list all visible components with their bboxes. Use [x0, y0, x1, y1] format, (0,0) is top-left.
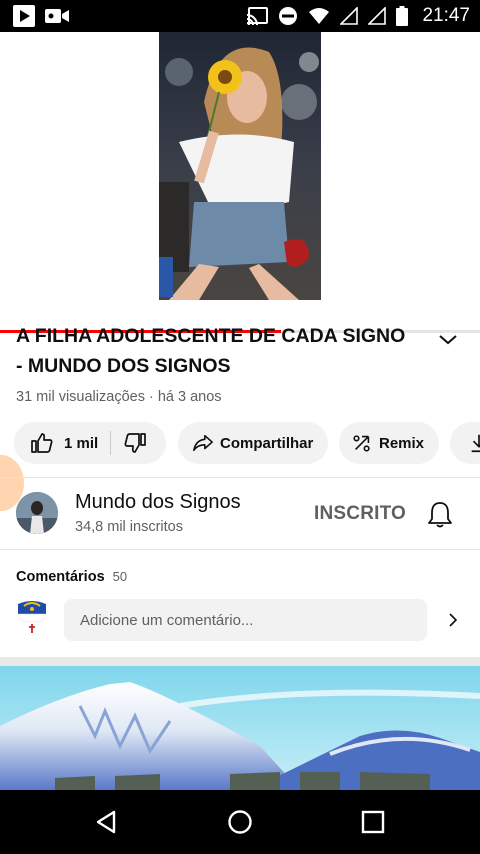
- share-label: Compartilhar: [220, 434, 314, 452]
- home-icon[interactable]: [227, 809, 253, 835]
- video-title[interactable]: A FILHA ADOLESCENTE DE CADA SIGNO - MUND…: [16, 321, 426, 381]
- comments-count: 50: [112, 569, 128, 584]
- channel-name[interactable]: Mundo dos Signos: [75, 491, 241, 514]
- remix-button[interactable]: Remix: [339, 422, 439, 464]
- comments-title: Comentários: [16, 569, 105, 585]
- youtube-play-icon: [13, 5, 35, 27]
- system-nav-bar: [0, 790, 480, 854]
- like-count: 1 mil: [64, 434, 99, 452]
- signal-icon: [368, 7, 387, 25]
- remix-icon: [353, 435, 370, 452]
- user-avatar-flag-icon: [17, 601, 47, 633]
- chevron-right-icon[interactable]: [446, 611, 460, 629]
- download-button[interactable]: [450, 422, 480, 464]
- video-camera-icon: [45, 9, 69, 23]
- divider: [0, 549, 480, 550]
- recents-icon[interactable]: [361, 810, 385, 834]
- like-separator: [110, 431, 112, 455]
- video-frame: [159, 32, 321, 300]
- cast-icon: [247, 7, 269, 26]
- do-not-disturb-icon: [279, 7, 298, 25]
- share-button[interactable]: Compartilhar: [178, 422, 328, 464]
- remix-label: Remix: [379, 434, 425, 452]
- action-bar: 1 mil Compartilhar Remix: [0, 422, 480, 466]
- divider: [0, 477, 480, 478]
- channel-avatar[interactable]: [16, 492, 58, 534]
- thumbs-down-icon[interactable]: [123, 431, 147, 455]
- status-bar: 21:47: [0, 0, 480, 32]
- chevron-down-icon[interactable]: [436, 327, 460, 351]
- clock: 21:47: [422, 5, 470, 26]
- bell-icon[interactable]: [427, 500, 453, 528]
- wifi-icon: [309, 8, 330, 24]
- section-separator: [0, 657, 480, 666]
- next-video-thumbnail[interactable]: [0, 666, 480, 790]
- download-icon: [471, 434, 480, 453]
- add-comment-input[interactable]: Adicione um comentário...: [64, 599, 427, 641]
- video-title-line-2: - MUNDO DOS SIGNOS: [16, 355, 231, 377]
- comments-header[interactable]: Comentários 50: [16, 569, 127, 585]
- signal-icon: [340, 7, 359, 25]
- like-button[interactable]: 1 mil: [14, 431, 98, 455]
- video-title-line-1: A FILHA ADOLESCENTE DE CADA SIGNO: [16, 325, 406, 347]
- video-meta: 31 mil visualizações · há 3 anos: [16, 389, 222, 405]
- video-player[interactable]: [0, 32, 480, 333]
- thumbs-up-icon: [31, 433, 53, 453]
- like-dislike-group: 1 mil: [14, 422, 166, 464]
- subscribed-button[interactable]: INSCRITO: [314, 503, 406, 525]
- back-icon[interactable]: [94, 809, 120, 835]
- battery-icon: [396, 6, 409, 26]
- channel-subscribers: 34,8 mil inscritos: [75, 519, 183, 535]
- share-icon: [193, 434, 213, 452]
